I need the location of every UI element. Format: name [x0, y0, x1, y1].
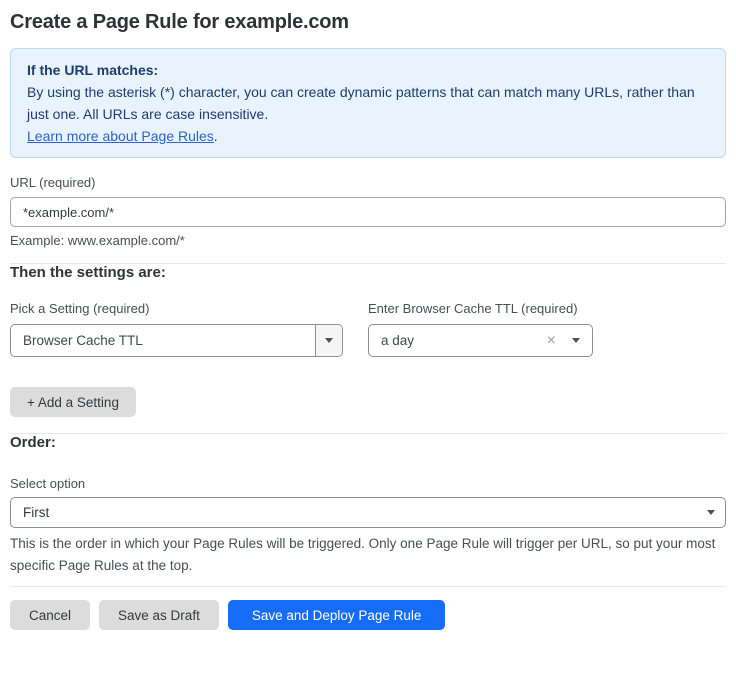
chevron-down-icon	[325, 338, 333, 343]
info-link-row: Learn more about Page Rules.	[27, 125, 709, 147]
cancel-button[interactable]: Cancel	[10, 600, 90, 630]
info-heading: If the URL matches:	[27, 59, 709, 81]
ttl-label: Enter Browser Cache TTL (required)	[368, 301, 593, 317]
order-select-value: First	[23, 505, 49, 520]
save-deploy-button[interactable]: Save and Deploy Page Rule	[228, 600, 446, 630]
chevron-down-icon	[572, 338, 580, 343]
order-description: This is the order in which your Page Rul…	[10, 533, 726, 577]
settings-row: Pick a Setting (required) Browser Cache …	[10, 301, 726, 357]
order-heading: Order:	[10, 434, 726, 452]
setting-picker-value: Browser Cache TTL	[11, 333, 315, 348]
divider	[10, 586, 726, 587]
add-setting-button[interactable]: + Add a Setting	[10, 387, 136, 417]
settings-heading: Then the settings are:	[10, 264, 726, 282]
setting-picker-label: Pick a Setting (required)	[10, 301, 343, 317]
save-draft-button[interactable]: Save as Draft	[99, 600, 219, 630]
url-label: URL (required)	[10, 175, 726, 191]
chevron-down-icon	[707, 510, 715, 515]
setting-picker-column: Pick a Setting (required) Browser Cache …	[10, 301, 343, 357]
url-input[interactable]	[10, 197, 726, 227]
ttl-value: a day	[369, 333, 547, 348]
page-title: Create a Page Rule for example.com	[10, 0, 726, 35]
footer-actions: Cancel Save as Draft Save and Deploy Pag…	[10, 600, 726, 630]
url-hint: Example: www.example.com/*	[10, 233, 726, 249]
dropdown-arrow-button[interactable]	[315, 325, 342, 356]
link-suffix: .	[214, 128, 218, 144]
order-select[interactable]: First	[10, 497, 726, 528]
clear-icon[interactable]: ×	[547, 333, 556, 349]
info-body: By using the asterisk (*) character, you…	[27, 81, 709, 125]
setting-picker-select[interactable]: Browser Cache TTL	[10, 324, 343, 357]
order-select-label: Select option	[10, 476, 726, 492]
ttl-picker-column: Enter Browser Cache TTL (required) a day…	[368, 301, 593, 357]
ttl-combobox[interactable]: a day ×	[368, 324, 593, 357]
info-box: If the URL matches: By using the asteris…	[10, 48, 726, 158]
page-rules-link[interactable]: Learn more about Page Rules	[27, 128, 214, 144]
